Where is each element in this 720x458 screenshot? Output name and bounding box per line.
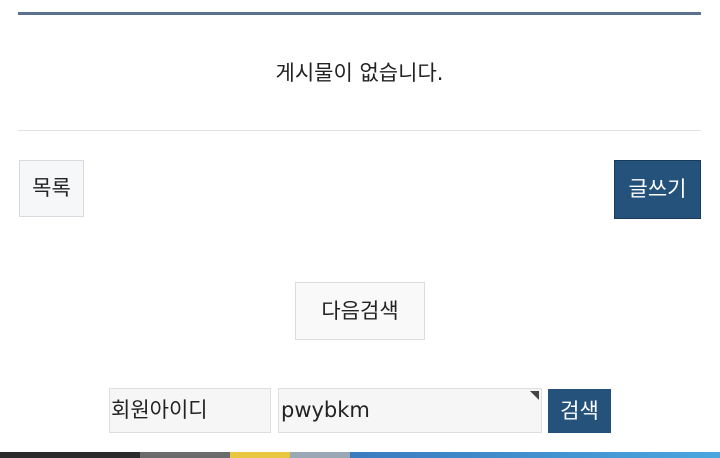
search-input[interactable]: pwybkm — [278, 388, 542, 433]
board-page: 게시물이 없습니다. 목록 글쓰기 다음검색 회원아이디 pwybkm 검색 — [0, 0, 720, 458]
search-field-select[interactable]: 회원아이디 — [109, 388, 271, 433]
list-button[interactable]: 목록 — [19, 160, 84, 217]
search-button[interactable]: 검색 — [548, 389, 611, 433]
banner-segment — [290, 452, 350, 458]
banner-segment — [230, 452, 290, 458]
empty-board-message: 게시물이 없습니다. — [275, 61, 444, 85]
banner-segment — [140, 452, 230, 458]
top-divider — [18, 12, 701, 15]
search-input-value: pwybkm — [281, 398, 370, 422]
banner-segment — [0, 452, 140, 458]
next-search-button[interactable]: 다음검색 — [295, 282, 425, 340]
banner-segment — [350, 452, 720, 458]
write-button[interactable]: 글쓰기 — [614, 160, 701, 219]
bottom-banner-strip — [0, 452, 720, 458]
content-divider — [18, 130, 701, 131]
corner-marker-icon — [530, 391, 539, 400]
